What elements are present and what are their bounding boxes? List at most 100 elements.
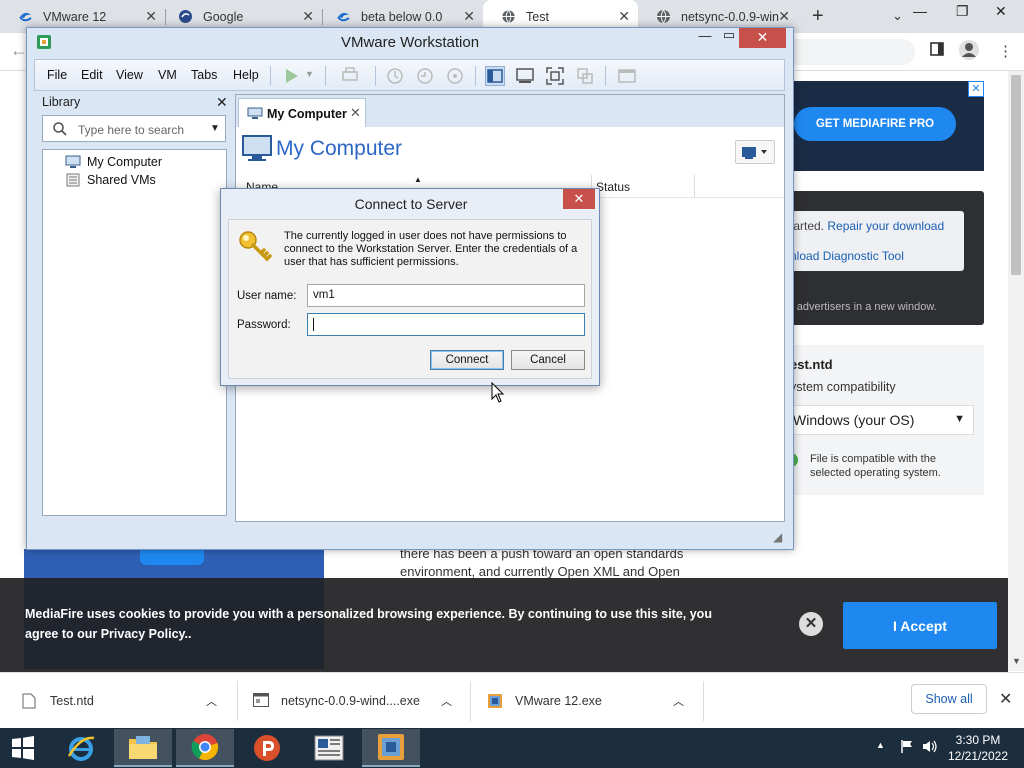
connect-to-server-dialog: Connect to Server ✕ The currently logged… bbox=[220, 188, 600, 386]
windows-start-icon[interactable] bbox=[6, 734, 40, 762]
browser-tab-title: netsync-0.0.9-win bbox=[681, 9, 779, 24]
close-window-icon[interactable]: ✕ bbox=[995, 3, 1007, 20]
tree-item-label: Shared VMs bbox=[87, 173, 156, 187]
flag-icon[interactable] bbox=[900, 739, 914, 757]
chevron-down-icon[interactable]: ▼ bbox=[210, 123, 220, 134]
tray-overflow-icon[interactable]: ▲ bbox=[876, 740, 885, 750]
globe-icon bbox=[501, 9, 516, 24]
vmware-title-bar[interactable]: VMware Workstation — ▭ ✕ bbox=[27, 27, 793, 58]
shared-vms-icon bbox=[65, 173, 81, 187]
close-icon[interactable]: ✕ bbox=[739, 28, 786, 48]
close-icon[interactable]: ✕ bbox=[618, 9, 630, 23]
show-all-button[interactable]: Show all bbox=[911, 684, 987, 714]
console-view-icon[interactable] bbox=[617, 66, 637, 86]
new-tab-button[interactable]: + bbox=[812, 5, 824, 28]
windows-taskbar: ▲ 3:30 PM 12/21/2022 bbox=[0, 728, 1024, 768]
menu-edit[interactable]: Edit bbox=[81, 68, 103, 82]
snapshot-manager-icon[interactable] bbox=[445, 66, 465, 86]
os-select[interactable]: Windows (your OS) ▼ bbox=[784, 405, 974, 435]
computer-icon bbox=[65, 155, 81, 169]
side-panel-icon[interactable] bbox=[930, 42, 944, 60]
close-tab-icon[interactable]: ✕ bbox=[350, 105, 361, 121]
menu-file[interactable]: File bbox=[47, 68, 67, 82]
close-library-icon[interactable]: ✕ bbox=[216, 94, 228, 111]
download-help-panel: tarted. Repair your download nload Diagn… bbox=[770, 191, 984, 325]
get-mediafire-pro-button[interactable]: GET MEDIAFIRE PRO bbox=[794, 107, 956, 141]
chevron-up-icon[interactable]: ︿ bbox=[673, 693, 684, 709]
show-library-icon[interactable] bbox=[485, 66, 505, 86]
chevron-up-icon[interactable]: ︿ bbox=[206, 693, 217, 709]
power-dropdown-icon[interactable]: ▼ bbox=[305, 69, 315, 89]
resize-grip-icon[interactable]: ◢ bbox=[773, 530, 782, 544]
connect-button[interactable]: Connect bbox=[430, 350, 504, 370]
close-icon[interactable]: ✕ bbox=[778, 9, 790, 23]
library-title: Library bbox=[42, 95, 81, 109]
kebab-menu-icon[interactable]: ⋮ bbox=[998, 42, 1013, 60]
page-title: My Computer bbox=[276, 137, 403, 160]
file-explorer-icon[interactable] bbox=[114, 729, 172, 767]
chevron-up-icon[interactable]: ︿ bbox=[441, 693, 452, 709]
menu-help[interactable]: Help bbox=[233, 68, 259, 82]
speaker-icon[interactable] bbox=[922, 739, 938, 757]
username-field[interactable]: vm1 bbox=[307, 284, 585, 307]
menu-view[interactable]: View bbox=[116, 68, 143, 82]
ad-close-icon[interactable]: ✕ bbox=[968, 81, 984, 97]
page-scrollbar[interactable]: ▼ bbox=[1008, 71, 1024, 671]
unity-icon[interactable] bbox=[575, 66, 595, 86]
mediafire-pro-banner: GET MEDIAFIRE PRO bbox=[770, 81, 984, 171]
vmware-workstation-icon[interactable] bbox=[362, 729, 420, 767]
tab-my-computer[interactable]: My Computer ✕ bbox=[238, 98, 366, 127]
restore-icon[interactable]: ❐ bbox=[956, 3, 969, 20]
window-title: VMware Workstation bbox=[340, 34, 480, 51]
close-icon[interactable]: ✕ bbox=[302, 9, 314, 23]
library-search-input[interactable]: Type here to search ▼ bbox=[42, 115, 226, 142]
download-item[interactable]: netsync-0.0.9-wind....exe bbox=[253, 673, 420, 729]
psiphon-icon[interactable] bbox=[238, 729, 296, 767]
repair-download-link[interactable]: Repair your download bbox=[827, 219, 944, 233]
vmware-blue-icon bbox=[18, 9, 33, 24]
cookie-close-icon[interactable]: ✕ bbox=[799, 612, 823, 636]
tab-search-chevron-icon[interactable]: ⌄ bbox=[892, 8, 903, 24]
menu-vm[interactable]: VM bbox=[158, 68, 177, 82]
profile-avatar-icon[interactable] bbox=[958, 39, 980, 65]
advertisers-note: r advertisers in a new window. bbox=[790, 301, 937, 313]
column-status[interactable]: Status bbox=[596, 180, 630, 194]
revert-snapshot-icon[interactable] bbox=[415, 66, 435, 86]
news-app-icon[interactable] bbox=[300, 729, 358, 767]
internet-explorer-icon[interactable] bbox=[52, 729, 110, 767]
toolbar-separator bbox=[375, 66, 376, 86]
maximize-icon[interactable]: ▭ bbox=[719, 27, 739, 47]
thumbnail-bar-icon[interactable] bbox=[515, 66, 535, 86]
minimize-icon[interactable]: — bbox=[695, 28, 715, 48]
diagnostic-tool-link[interactable]: nload Diagnostic Tool bbox=[790, 249, 904, 263]
view-mode-button[interactable] bbox=[735, 140, 775, 164]
dialog-message: The currently logged in user does not ha… bbox=[284, 230, 578, 268]
send-ctrl-alt-del-icon[interactable] bbox=[340, 66, 360, 86]
vmware-blue-icon bbox=[336, 9, 351, 24]
cancel-button[interactable]: Cancel bbox=[511, 350, 585, 370]
close-icon[interactable]: ✕ bbox=[563, 189, 595, 209]
toolbar-separator bbox=[605, 66, 606, 86]
download-item[interactable]: VMware 12.exe bbox=[487, 673, 602, 729]
close-icon[interactable]: ✕ bbox=[145, 9, 157, 23]
scrollbar-thumb[interactable] bbox=[1011, 75, 1021, 275]
browser-tab-title: VMware 12 bbox=[43, 9, 107, 24]
password-field[interactable] bbox=[307, 313, 585, 336]
chrome-icon[interactable] bbox=[176, 729, 234, 767]
download-item[interactable]: Test.ntd bbox=[22, 673, 94, 729]
tree-item-my-computer[interactable]: My Computer bbox=[65, 154, 162, 170]
menu-tabs[interactable]: Tabs bbox=[191, 68, 217, 82]
close-icon[interactable]: ✕ bbox=[463, 9, 475, 23]
snapshot-icon[interactable] bbox=[385, 66, 405, 86]
accept-cookies-button[interactable]: I Accept bbox=[843, 602, 997, 649]
power-on-icon[interactable] bbox=[282, 66, 302, 86]
minimize-icon[interactable]: — bbox=[913, 3, 927, 19]
scroll-down-icon[interactable]: ▼ bbox=[1012, 656, 1021, 666]
tree-item-shared-vms[interactable]: Shared VMs bbox=[65, 172, 156, 188]
mouse-pointer-icon bbox=[491, 381, 505, 404]
close-shelf-icon[interactable]: ✕ bbox=[999, 689, 1012, 709]
full-screen-icon[interactable] bbox=[545, 66, 565, 86]
computer-large-icon bbox=[242, 135, 272, 163]
globe-icon bbox=[656, 9, 671, 24]
taskbar-clock[interactable]: 3:30 PM 12/21/2022 bbox=[938, 732, 1018, 764]
